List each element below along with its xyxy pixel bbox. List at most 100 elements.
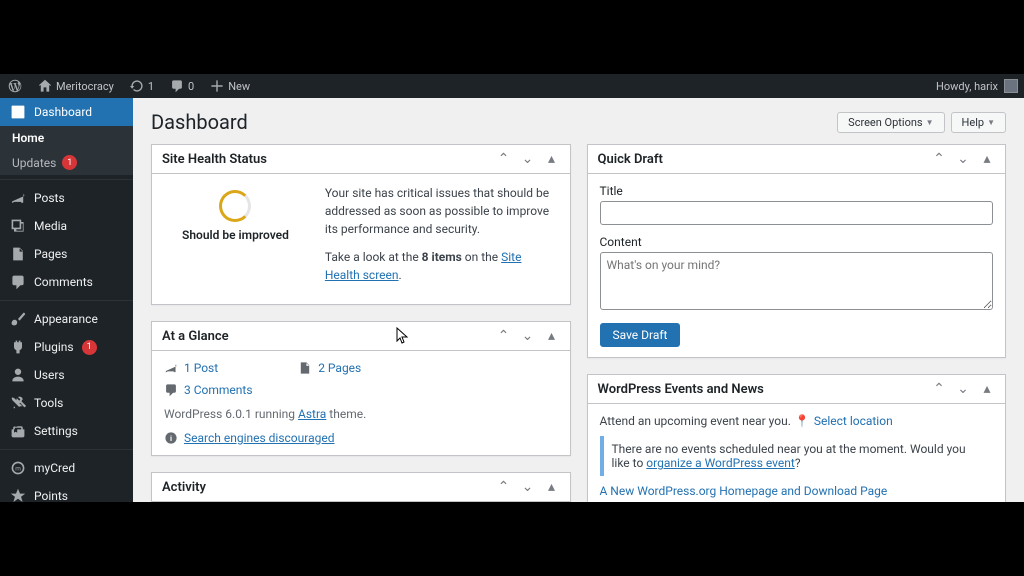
site-health-widget: Site Health Status ⌃ ⌄ ▴ Should be impro… [151, 144, 571, 305]
pin-icon [164, 361, 178, 375]
menu-separator [0, 175, 133, 180]
menu-separator [0, 296, 133, 301]
site-name-label: Meritocracy [56, 80, 114, 93]
plugin-icon [10, 339, 26, 355]
widget-title: Site Health Status [162, 152, 267, 167]
comments-icon [10, 274, 26, 290]
pin-icon [10, 190, 26, 206]
glance-posts-link[interactable]: 1 Post [164, 361, 218, 375]
toggle-button[interactable]: ▴ [979, 151, 995, 167]
sidebar-item-tools[interactable]: Tools [0, 389, 133, 417]
howdy-text[interactable]: Howdy, harix [936, 80, 998, 93]
activity-widget: Activity ⌃ ⌄ ▴ Recently Published [151, 472, 571, 502]
content-area: Dashboard Screen Options▼ Help▼ Site Hea… [133, 98, 1024, 502]
comments-indicator[interactable]: 0 [162, 74, 202, 98]
title-label: Title [600, 184, 994, 198]
widget-title: WordPress Events and News [598, 382, 764, 397]
new-content[interactable]: New [202, 74, 258, 98]
chevron-down-icon: ▼ [926, 118, 934, 127]
attend-text: Attend an upcoming event near you. [600, 414, 791, 428]
star-icon [10, 488, 26, 502]
help-button[interactable]: Help▼ [951, 112, 1006, 133]
sidebar-item-posts[interactable]: Posts [0, 184, 133, 212]
plus-icon [210, 79, 224, 93]
events-news-widget: WordPress Events and News ⌃ ⌄ ▴ Attend a… [587, 374, 1007, 502]
user-icon [10, 367, 26, 383]
health-items-text: Take a look at the 8 items on the Site H… [325, 248, 558, 284]
health-status-label: Should be improved [182, 228, 289, 242]
toggle-button[interactable]: ▴ [979, 381, 995, 397]
move-down-button[interactable]: ⌄ [955, 381, 971, 397]
refresh-icon [130, 79, 144, 93]
toggle-button[interactable]: ▴ [544, 328, 560, 344]
plugins-badge: 1 [82, 340, 97, 355]
health-description: Your site has critical issues that shoul… [325, 184, 558, 238]
move-down-button[interactable]: ⌄ [520, 151, 536, 167]
move-down-button[interactable]: ⌄ [520, 328, 536, 344]
page-icon [298, 361, 312, 375]
sidebar-item-dashboard[interactable]: Dashboard [0, 98, 133, 126]
select-location-link[interactable]: Select location [814, 414, 893, 428]
info-icon: i [164, 431, 178, 445]
new-label: New [228, 80, 250, 93]
admin-sidebar: Dashboard Home Updates 1 Posts Media Pag… [0, 98, 133, 502]
chevron-down-icon: ▼ [987, 118, 995, 127]
wp-logo[interactable] [0, 74, 30, 98]
updates-indicator[interactable]: 1 [122, 74, 162, 98]
sidebar-item-mycred[interactable]: m myCred [0, 454, 133, 482]
mycred-icon: m [10, 460, 26, 476]
sidebar-item-settings[interactable]: Settings [0, 417, 133, 445]
widget-title: At a Glance [162, 329, 229, 344]
save-draft-button[interactable]: Save Draft [600, 323, 681, 347]
move-up-button[interactable]: ⌃ [931, 381, 947, 397]
avatar[interactable] [1004, 79, 1018, 93]
move-up-button[interactable]: ⌃ [496, 151, 512, 167]
move-up-button[interactable]: ⌃ [931, 151, 947, 167]
move-up-button[interactable]: ⌃ [496, 479, 512, 495]
updates-count: 1 [148, 80, 154, 93]
sidebar-sub-updates[interactable]: Updates 1 [0, 150, 133, 175]
draft-title-input[interactable] [600, 201, 994, 225]
comment-icon [170, 79, 184, 93]
health-indicator-icon [219, 190, 251, 222]
brush-icon [10, 311, 26, 327]
settings-icon [10, 423, 26, 439]
sidebar-item-appearance[interactable]: Appearance [0, 305, 133, 333]
quick-draft-widget: Quick Draft ⌃ ⌄ ▴ Title Content Save Dra… [587, 144, 1007, 358]
seo-discouraged-link[interactable]: Search engines discouraged [184, 431, 335, 445]
move-up-button[interactable]: ⌃ [496, 328, 512, 344]
glance-pages-link[interactable]: 2 Pages [298, 361, 361, 375]
draft-content-textarea[interactable] [600, 252, 994, 310]
sidebar-item-users[interactable]: Users [0, 361, 133, 389]
screen-options-button[interactable]: Screen Options▼ [837, 112, 944, 133]
theme-link[interactable]: Astra [298, 407, 326, 421]
sidebar-item-plugins[interactable]: Plugins 1 [0, 333, 133, 361]
news-link[interactable]: A New WordPress.org Homepage and Downloa… [600, 484, 888, 498]
organize-event-link[interactable]: organize a WordPress event [646, 456, 795, 470]
sidebar-item-pages[interactable]: Pages [0, 240, 133, 268]
sidebar-item-comments[interactable]: Comments [0, 268, 133, 296]
comment-icon [164, 383, 178, 397]
page-icon [10, 246, 26, 262]
move-down-button[interactable]: ⌄ [955, 151, 971, 167]
svg-text:m: m [15, 464, 21, 472]
wordpress-icon [8, 79, 22, 93]
content-label: Content [600, 235, 994, 249]
sidebar-item-media[interactable]: Media [0, 212, 133, 240]
admin-bar: Meritocracy 1 0 New Howdy, harix [0, 74, 1024, 98]
media-icon [10, 218, 26, 234]
location-icon: 📍 [795, 414, 810, 428]
sidebar-item-points[interactable]: Points [0, 482, 133, 502]
sidebar-sub-home[interactable]: Home [0, 126, 133, 150]
home-icon [38, 79, 52, 93]
toggle-button[interactable]: ▴ [544, 479, 560, 495]
at-a-glance-widget: At a Glance ⌃ ⌄ ▴ 1 Post [151, 321, 571, 456]
menu-separator [0, 445, 133, 450]
move-down-button[interactable]: ⌄ [520, 479, 536, 495]
no-events-notice: There are no events scheduled near you a… [600, 436, 994, 476]
glance-comments-link[interactable]: 3 Comments [164, 383, 558, 397]
widget-title: Activity [162, 480, 206, 495]
site-name[interactable]: Meritocracy [30, 74, 122, 98]
toggle-button[interactable]: ▴ [544, 151, 560, 167]
widget-title: Quick Draft [598, 152, 663, 167]
